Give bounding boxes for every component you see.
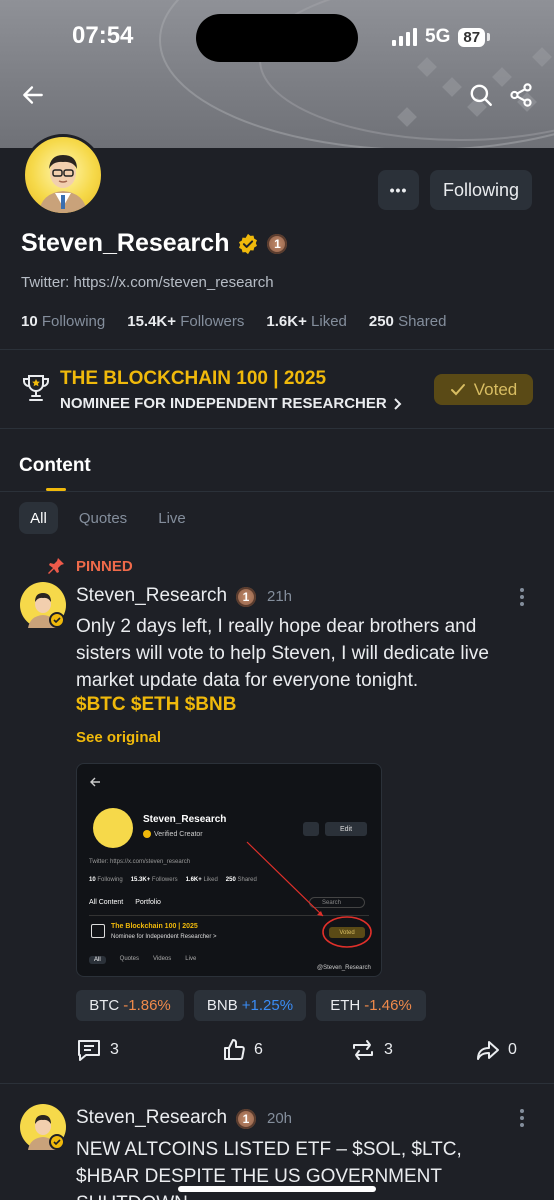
battery-icon: 87: [458, 27, 491, 47]
verified-icon: [239, 233, 258, 254]
chevron-right-icon: [393, 397, 402, 410]
share-count: 0: [508, 1041, 517, 1058]
divider: [0, 1083, 554, 1084]
mini-filters: All Quotes Videos Live: [89, 956, 196, 964]
more-vertical-icon[interactable]: [518, 587, 526, 607]
post-tickers[interactable]: $BTC $ETH $BNB: [76, 694, 236, 716]
trophy-icon: [20, 372, 52, 404]
status-indicators: 5G 87: [392, 24, 491, 50]
signal-icon: [392, 28, 417, 46]
post-text: Only 2 days left, I really hope dear bro…: [76, 616, 489, 691]
annotation-arrow: [246, 841, 372, 948]
stat-following[interactable]: 10 Following: [21, 313, 105, 330]
more-options-button[interactable]: •••: [378, 170, 419, 210]
network-type: 5G: [425, 26, 451, 47]
home-indicator: [178, 1186, 376, 1192]
award-subtitle: NOMINEE FOR INDEPENDENT RESEARCHER: [60, 395, 387, 412]
award-title: THE BLOCKCHAIN 100 | 2025: [60, 368, 327, 389]
stat-liked: 1.6K+ Liked: [266, 313, 347, 330]
profile-name-row: Steven_Research 1: [21, 229, 288, 258]
post-author[interactable]: Steven_Research: [76, 585, 227, 607]
rank-badge: 1: [267, 233, 288, 254]
search-icon[interactable]: [466, 80, 496, 110]
comment-button[interactable]: 3: [76, 1038, 119, 1062]
divider: [0, 491, 554, 492]
like-button[interactable]: 6: [222, 1038, 263, 1062]
comment-count: 3: [110, 1041, 119, 1058]
following-button[interactable]: Following: [430, 170, 532, 210]
avatar[interactable]: [22, 134, 104, 216]
coin-change: -1.46%: [364, 997, 412, 1014]
mini-watermark: @Steven_Research: [317, 965, 371, 971]
divider: [0, 349, 554, 350]
coin-symbol: BNB: [206, 997, 238, 1014]
forward-icon: [477, 1041, 499, 1060]
stat-followers[interactable]: 15.4K+ Followers: [127, 313, 244, 330]
like-count: 6: [254, 1041, 263, 1058]
filter-all[interactable]: All: [19, 502, 58, 534]
post-time: 21h: [267, 588, 293, 605]
pinned-label: PINNED: [76, 558, 133, 575]
status-time: 07:54: [72, 22, 134, 49]
back-arrow-icon[interactable]: [18, 80, 48, 110]
avatar-illustration: [39, 155, 87, 213]
post-avatar[interactable]: [20, 582, 66, 628]
voted-button[interactable]: Voted: [434, 374, 533, 405]
coin-symbol: BTC: [89, 997, 120, 1014]
repost-button[interactable]: 3: [350, 1038, 393, 1062]
post-time: 20h: [267, 1110, 293, 1127]
coin-symbol: ETH: [330, 997, 361, 1014]
post-image[interactable]: Steven_Research Verified Creator Edit Tw…: [76, 763, 382, 977]
divider: [0, 428, 554, 429]
repost-icon: [353, 1040, 373, 1060]
profile-name: Steven_Research: [21, 229, 230, 257]
award-subtitle-link[interactable]: NOMINEE FOR INDEPENDENT RESEARCHER: [60, 395, 403, 412]
pin-icon: [46, 556, 66, 581]
tab-content[interactable]: Content: [19, 455, 91, 477]
filter-live[interactable]: Live: [148, 502, 196, 534]
dynamic-island: [196, 14, 358, 62]
filter-quotes[interactable]: Quotes: [70, 502, 136, 534]
twitter-link[interactable]: Twitter: https://x.com/steven_research: [21, 274, 274, 291]
coin-change: +1.25%: [241, 997, 294, 1014]
post-avatar[interactable]: [20, 1104, 66, 1150]
comment-icon: [78, 1040, 100, 1061]
rank-badge: 1: [236, 1109, 256, 1129]
stat-shared: 250 Shared: [368, 313, 447, 330]
thumbs-up-icon: [224, 1039, 245, 1061]
post-author[interactable]: Steven_Research: [76, 1107, 227, 1129]
see-original-link[interactable]: See original: [76, 729, 161, 746]
battery-level: 87: [458, 27, 486, 47]
share-icon[interactable]: [506, 80, 536, 110]
voted-label: Voted: [473, 379, 518, 399]
share-post-button[interactable]: 0: [476, 1038, 517, 1062]
coin-chip-btc[interactable]: BTC -1.86%: [76, 990, 184, 1021]
profile-stats: 10 Following 15.4K+ Followers 1.6K+ Like…: [21, 313, 446, 330]
check-icon: [450, 383, 465, 395]
coin-change: -1.86%: [123, 997, 171, 1014]
more-vertical-icon[interactable]: [518, 1108, 526, 1128]
repost-count: 3: [384, 1041, 393, 1058]
coin-chip-bnb[interactable]: BNB +1.25%: [194, 990, 306, 1021]
rank-badge: 1: [236, 587, 256, 607]
coin-chip-eth[interactable]: ETH -1.46%: [316, 990, 426, 1021]
